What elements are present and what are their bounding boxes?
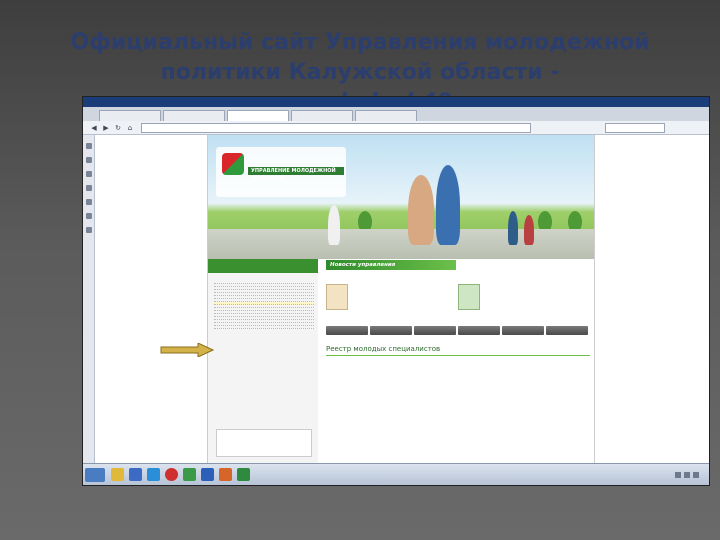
- contacts-icon[interactable]: [86, 171, 92, 177]
- section-button[interactable]: [326, 326, 368, 335]
- news-header: Новости управления: [326, 259, 590, 271]
- highlight-arrow-icon: [160, 343, 214, 357]
- person-graphic: [328, 205, 340, 245]
- section-button[interactable]: [458, 326, 500, 335]
- chat-icon[interactable]: [86, 185, 92, 191]
- road-graphic: [208, 229, 594, 259]
- person-graphic: [436, 165, 460, 245]
- back-icon[interactable]: ◀: [89, 123, 99, 133]
- browser-tabs: [83, 107, 709, 121]
- media-icon[interactable]: [183, 468, 196, 481]
- browser-tab[interactable]: [291, 110, 353, 121]
- powerpoint-icon[interactable]: [219, 468, 232, 481]
- volume-icon[interactable]: [684, 471, 690, 478]
- save-icon[interactable]: [129, 468, 142, 481]
- browser-tab[interactable]: [355, 110, 417, 121]
- news-heading: Новости управления: [326, 260, 456, 270]
- browser-side-panel: [83, 135, 95, 465]
- browser-tab-active[interactable]: [227, 110, 289, 121]
- start-button[interactable]: [85, 467, 105, 482]
- menu-item[interactable]: [214, 326, 314, 329]
- taskbar: [83, 463, 709, 485]
- news-list: 2012 2012: [326, 274, 590, 316]
- navigation-bar: ◀ ▶ ↻ ⌂: [83, 121, 709, 135]
- person-graphic: [408, 175, 434, 245]
- section-button[interactable]: [502, 326, 544, 335]
- left-banner[interactable]: [208, 259, 318, 273]
- star-icon[interactable]: [86, 143, 92, 149]
- network-icon[interactable]: [675, 471, 681, 478]
- ie-icon[interactable]: [147, 468, 160, 481]
- person-graphic: [524, 215, 534, 245]
- logo-title: УПРАВЛЕНИЕ МОЛОДЕЖНОЙ ПОЛИТИКИ: [248, 167, 344, 182]
- browser-screenshot: ◀ ▶ ↻ ⌂ УПРАВЛЕНИЕ МОЛОДЕЖНОЙ ПОЛИТИКИ Н…: [82, 96, 710, 486]
- forward-icon[interactable]: ▶: [101, 123, 111, 133]
- sidebar-menu: [208, 273, 318, 329]
- plus-icon[interactable]: [86, 227, 92, 233]
- address-bar[interactable]: [141, 122, 531, 133]
- website-page: УПРАВЛЕНИЕ МОЛОДЕЖНОЙ ПОЛИТИКИ Новости у…: [207, 135, 595, 465]
- news-item[interactable]: 2012: [326, 274, 452, 316]
- promo-banner[interactable]: [216, 429, 312, 457]
- register-title: Реестр молодых специалистов: [326, 345, 590, 356]
- system-tray: [672, 471, 709, 478]
- slide-title-text: Официальный сайт Управления молодежной п…: [70, 30, 650, 85]
- browser-tab[interactable]: [163, 110, 225, 121]
- site-header-banner: УПРАВЛЕНИЕ МОЛОДЕЖНОЙ ПОЛИТИКИ: [208, 135, 594, 259]
- section-button[interactable]: [370, 326, 412, 335]
- search-input[interactable]: [605, 122, 665, 133]
- site-logo[interactable]: УПРАВЛЕНИЕ МОЛОДЕЖНОЙ ПОЛИТИКИ: [216, 147, 346, 197]
- battery-icon[interactable]: [693, 471, 699, 478]
- home-icon[interactable]: ⌂: [125, 123, 135, 133]
- section-buttons: [326, 326, 590, 335]
- history-icon[interactable]: [86, 213, 92, 219]
- download-icon[interactable]: [86, 199, 92, 205]
- logo-icon: [222, 153, 244, 175]
- opera-icon[interactable]: [165, 468, 178, 481]
- folder-icon[interactable]: [111, 468, 124, 481]
- left-sidebar: [208, 259, 318, 465]
- browser-tab[interactable]: [99, 110, 161, 121]
- news-item[interactable]: 2012: [458, 274, 584, 316]
- reload-icon[interactable]: ↻: [113, 123, 123, 133]
- word-icon[interactable]: [201, 468, 214, 481]
- mail-icon[interactable]: [86, 157, 92, 163]
- section-button[interactable]: [414, 326, 456, 335]
- news-image: [458, 284, 480, 310]
- person-graphic: [508, 211, 518, 245]
- excel-icon[interactable]: [237, 468, 250, 481]
- section-button[interactable]: [546, 326, 588, 335]
- window-title-bar: [83, 97, 709, 107]
- coat-of-arms-icon: [326, 284, 348, 310]
- main-content: Новости управления 2012 2012: [326, 259, 590, 465]
